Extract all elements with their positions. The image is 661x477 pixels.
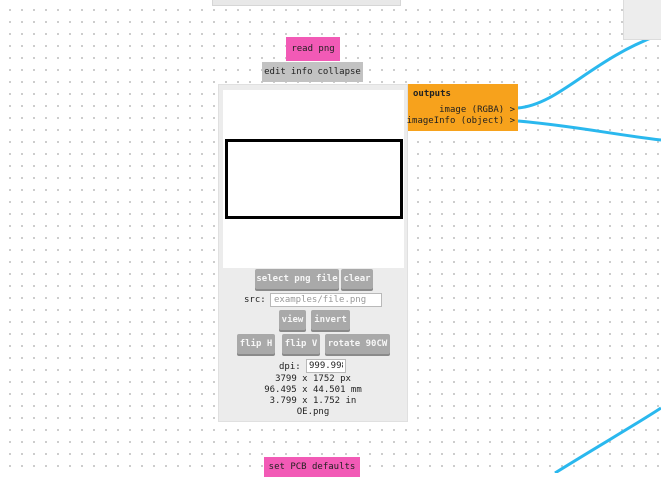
- node-toolbar: edit info collapse: [262, 62, 363, 82]
- preview-image-rectangle: [225, 139, 403, 219]
- read-png-node-title[interactable]: read png: [286, 37, 340, 61]
- flip-h-button[interactable]: flip H: [237, 334, 275, 354]
- pixel-dimensions: 3799 x 1752 px: [275, 374, 351, 384]
- image-preview: [223, 90, 404, 268]
- file-name: OE.png: [296, 407, 330, 417]
- node-title-text: set PCB defaults: [268, 462, 356, 472]
- collapse-button[interactable]: collapse: [318, 67, 361, 77]
- mm-dimensions: 96.495 x 44.501 mm: [264, 385, 362, 395]
- image-output-wire[interactable]: [517, 32, 661, 110]
- edit-button[interactable]: edit: [264, 67, 286, 77]
- dpi-input[interactable]: [306, 359, 346, 373]
- outputs-title: outputs: [413, 89, 451, 99]
- info-button[interactable]: info: [291, 67, 313, 77]
- dpi-label: dpi:: [279, 362, 301, 372]
- select-png-file-button[interactable]: select png file: [255, 269, 339, 289]
- src-input[interactable]: [270, 293, 382, 307]
- flip-v-button[interactable]: flip V: [282, 334, 320, 354]
- image-rgba-output-port[interactable]: image (RGBA) >: [439, 105, 515, 115]
- imageinfo-output-port[interactable]: imageInfo (object) >: [407, 116, 515, 126]
- node-title-text: read png: [291, 44, 335, 54]
- lower-connection-wire[interactable]: [554, 406, 661, 473]
- rotate-90cw-button[interactable]: rotate 90CW: [325, 334, 390, 354]
- inch-dimensions: 3.799 x 1.752 in: [269, 396, 357, 406]
- clear-button[interactable]: clear: [341, 269, 373, 289]
- src-label: src:: [244, 295, 266, 305]
- read-png-node-body: select png file clear src: view invert f…: [218, 84, 408, 422]
- set-pcb-defaults-node-title[interactable]: set PCB defaults: [264, 457, 360, 477]
- outputs-panel: outputs image (RGBA) > imageInfo (object…: [407, 84, 518, 131]
- invert-button[interactable]: invert: [311, 310, 350, 330]
- imageinfo-output-wire[interactable]: [517, 119, 661, 142]
- partial-node-right: [623, 0, 661, 40]
- partial-node-above: [212, 0, 401, 6]
- view-button[interactable]: view: [279, 310, 306, 330]
